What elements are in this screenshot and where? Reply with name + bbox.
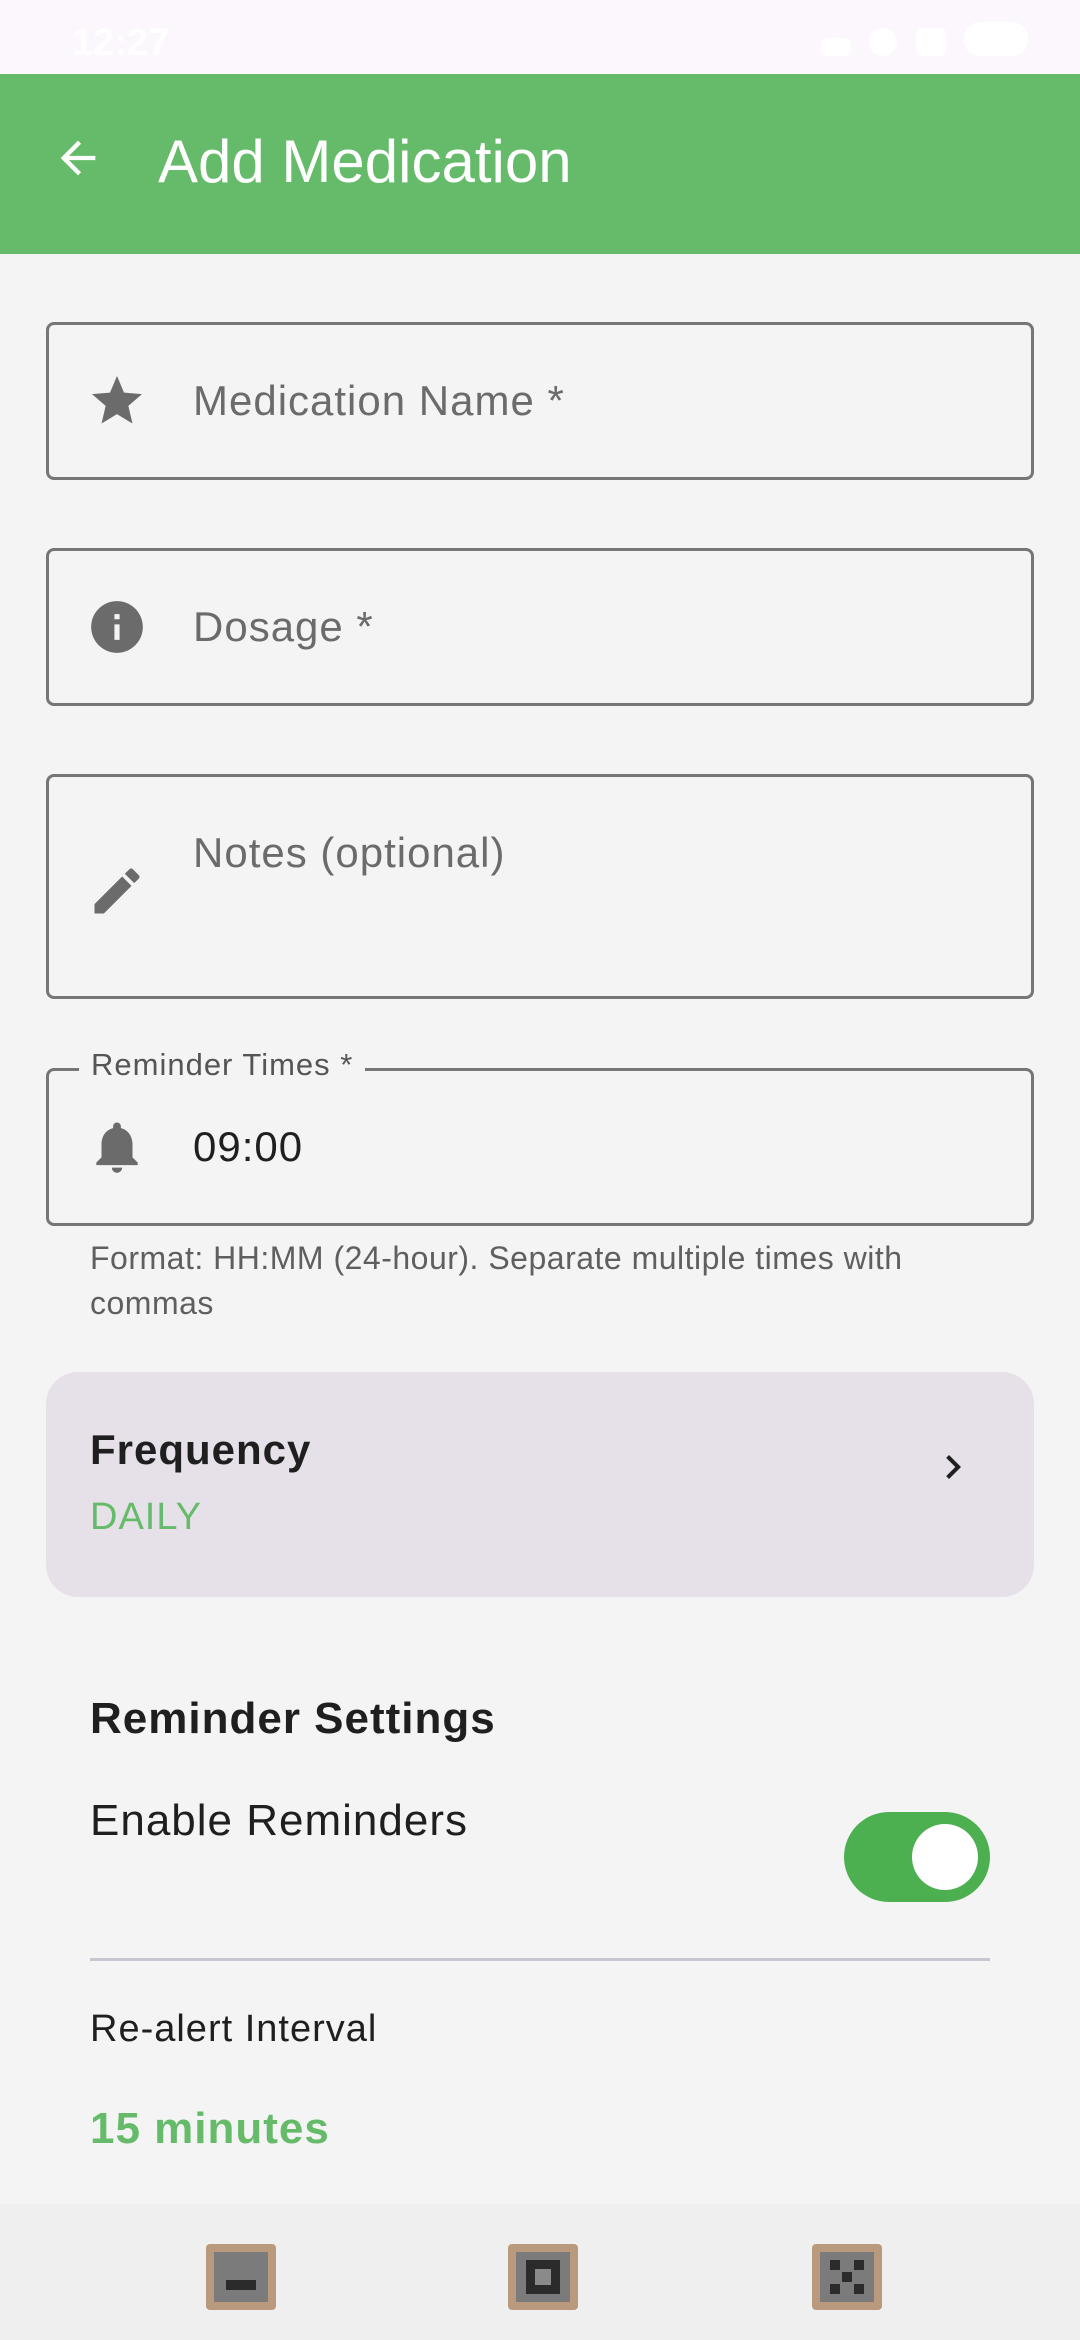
divider [90, 1958, 990, 1961]
enable-reminders-toggle[interactable] [844, 1812, 990, 1902]
bell-icon [85, 1115, 149, 1179]
info-icon [85, 595, 149, 659]
arrow-back-icon [60, 140, 96, 176]
frequency-title: Frequency [90, 1426, 312, 1473]
star-icon [85, 369, 149, 433]
page-title: Add Medication [158, 128, 572, 195]
status-bar: 12:27 [0, 0, 1080, 74]
home-nav-icon[interactable] [508, 2244, 578, 2310]
reminder-times-helper: Format: HH:MM (24-hour). Separate multip… [90, 1240, 903, 1321]
realert-interval-label: Re-alert Interval [90, 2008, 378, 2050]
frequency-card[interactable]: Frequency DAILY [46, 1372, 1034, 1597]
medication-name-field[interactable]: Medication Name * [46, 322, 1034, 480]
enable-reminders-label: Enable Reminders [90, 1796, 468, 1845]
chevron-right-icon [928, 1442, 978, 1492]
frequency-value: DAILY [90, 1496, 203, 1538]
back-button[interactable] [38, 118, 118, 198]
toggle-knob [912, 1824, 978, 1890]
notes-field[interactable]: Notes (optional) [46, 774, 1034, 999]
realert-interval-value[interactable]: 15 minutes [90, 2104, 330, 2154]
reminder-times-input: 09:00 [193, 1123, 304, 1170]
dosage-placeholder: Dosage * [193, 603, 374, 650]
status-time: 12:27 [72, 22, 170, 64]
reminder-times-label: Reminder Times * [79, 1047, 366, 1083]
back-nav-icon[interactable] [206, 2244, 276, 2310]
reminder-settings-title: Reminder Settings [90, 1694, 496, 1743]
recents-nav-icon[interactable] [812, 2244, 882, 2310]
reminder-times-field[interactable]: Reminder Times * 09:00 [46, 1047, 1034, 1226]
system-nav-bar [0, 2204, 1080, 2340]
pencil-icon [85, 859, 149, 923]
medication-name-placeholder: Medication Name * [193, 377, 565, 424]
app-bar: Add Medication [0, 74, 1080, 254]
dosage-field[interactable]: Dosage * [46, 548, 1034, 706]
notes-placeholder: Notes (optional) [193, 829, 506, 876]
status-icons [807, 22, 1028, 61]
